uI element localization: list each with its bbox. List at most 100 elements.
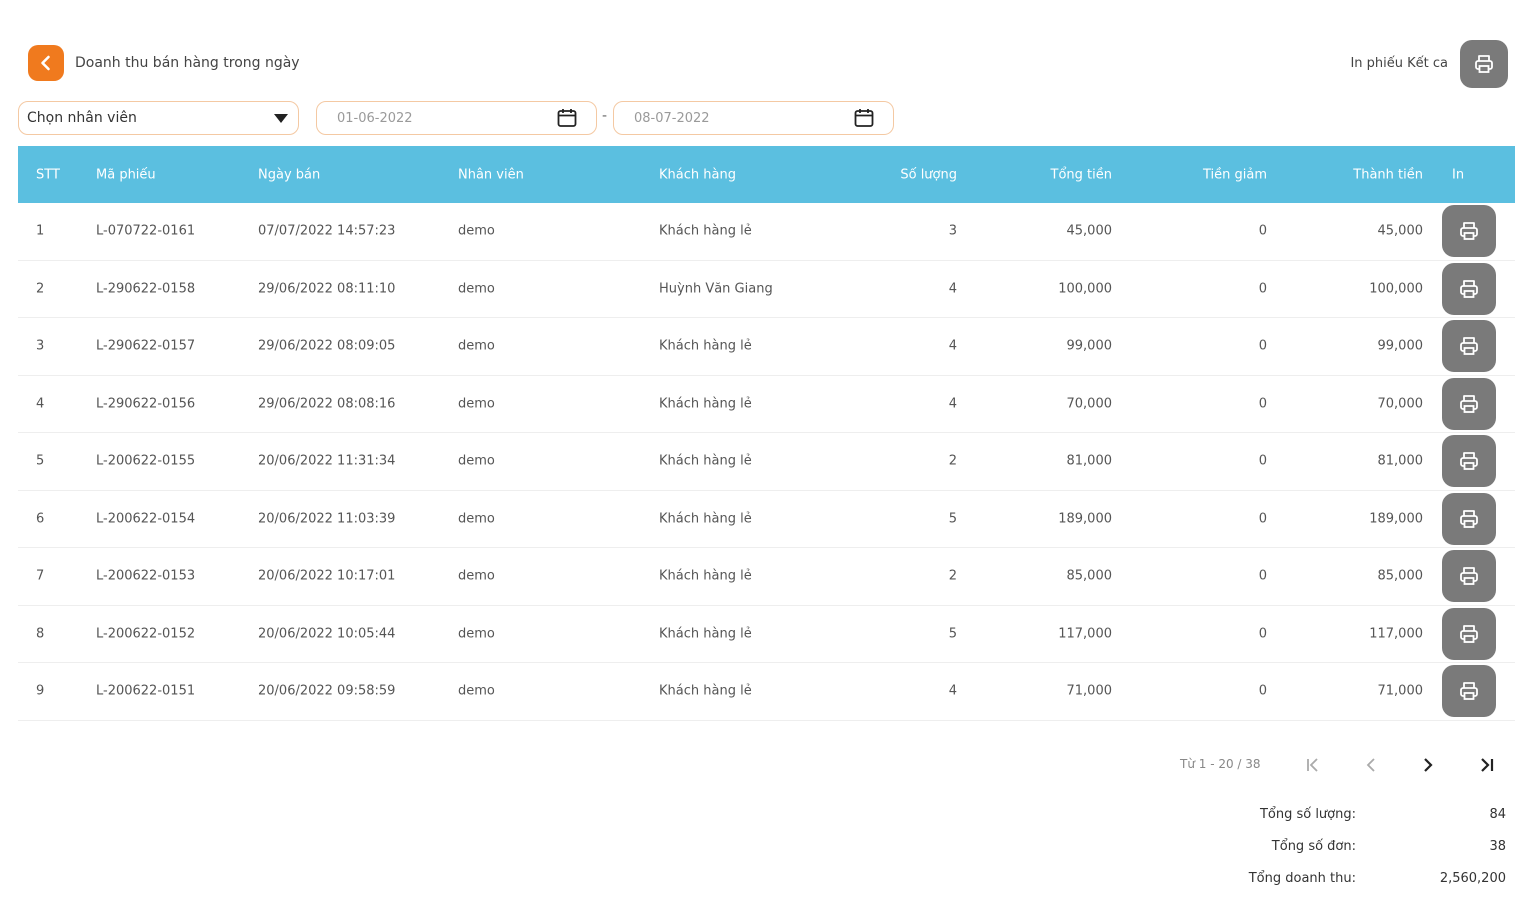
cell-customer: Khách hàng lẻ bbox=[659, 626, 752, 642]
column-header-final: Thành tiền bbox=[1353, 167, 1423, 182]
summary-quantity-label: Tổng số lượng: bbox=[1259, 807, 1356, 822]
cell-final: 100,000 bbox=[1369, 281, 1423, 297]
printer-icon bbox=[1460, 279, 1478, 298]
date-from-input[interactable]: 01-06-2022 bbox=[316, 101, 597, 135]
cell-total: 189,000 bbox=[1058, 511, 1112, 527]
cell-employee: demo bbox=[458, 568, 495, 584]
column-header-quantity: Số lượng bbox=[900, 167, 957, 182]
cell-total: 81,000 bbox=[1066, 453, 1113, 469]
row-print-button[interactable] bbox=[1442, 607, 1496, 660]
row-print-button[interactable] bbox=[1442, 377, 1496, 430]
cell-date: 29/06/2022 08:08:16 bbox=[258, 396, 396, 412]
cell-date: 20/06/2022 10:17:01 bbox=[258, 568, 396, 584]
row-print-button[interactable] bbox=[1442, 262, 1496, 315]
cell-employee: demo bbox=[458, 626, 495, 642]
table-row[interactable]: 6 L-200622-0154 20/06/2022 11:03:39 demo… bbox=[18, 491, 1515, 548]
cell-customer: Khách hàng lẻ bbox=[659, 683, 752, 699]
summary-orders-label: Tổng số đơn: bbox=[1271, 839, 1356, 854]
row-print-button[interactable] bbox=[1442, 320, 1496, 373]
cell-stt: 4 bbox=[36, 396, 45, 412]
cell-code: L-290622-0158 bbox=[96, 281, 196, 297]
table-body: 1 L-070722-0161 07/07/2022 14:57:23 demo… bbox=[18, 203, 1515, 721]
summary-total-revenue: Tổng doanh thu: 2,560,200 bbox=[1246, 868, 1506, 890]
cell-employee: demo bbox=[458, 511, 495, 527]
first-page-button[interactable] bbox=[1300, 752, 1326, 778]
cell-discount: 0 bbox=[1258, 511, 1267, 527]
cell-discount: 0 bbox=[1258, 338, 1267, 354]
cell-stt: 1 bbox=[36, 223, 45, 239]
date-to-input[interactable]: 08-07-2022 bbox=[613, 101, 894, 135]
table-row[interactable]: 2 L-290622-0158 29/06/2022 08:11:10 demo… bbox=[18, 261, 1515, 318]
cell-stt: 5 bbox=[36, 453, 45, 469]
cell-final: 71,000 bbox=[1377, 683, 1424, 699]
row-print-button[interactable] bbox=[1442, 492, 1496, 545]
printer-icon bbox=[1460, 509, 1478, 528]
table-row[interactable]: 8 L-200622-0152 20/06/2022 10:05:44 demo… bbox=[18, 606, 1515, 663]
print-summary-label: In phiếu Kết ca bbox=[1350, 56, 1448, 71]
printer-icon bbox=[1460, 624, 1478, 643]
page-info: Từ 1 - 20 / 38 bbox=[1180, 757, 1261, 771]
date-from-value: 01-06-2022 bbox=[337, 110, 413, 126]
row-print-button[interactable] bbox=[1442, 665, 1496, 718]
cell-quantity: 4 bbox=[948, 338, 957, 354]
cell-code: L-200622-0152 bbox=[96, 626, 196, 642]
calendar-icon[interactable] bbox=[853, 107, 875, 129]
date-to-value: 08-07-2022 bbox=[634, 110, 710, 126]
cell-stt: 9 bbox=[36, 683, 45, 699]
cell-date: 29/06/2022 08:09:05 bbox=[258, 338, 396, 354]
summary-orders-value: 38 bbox=[1489, 839, 1506, 854]
cell-code: L-200622-0153 bbox=[96, 568, 196, 584]
cell-date: 20/06/2022 10:05:44 bbox=[258, 626, 396, 642]
row-print-button[interactable] bbox=[1442, 435, 1496, 488]
date-separator: - bbox=[602, 108, 608, 124]
printer-icon bbox=[1460, 682, 1478, 701]
cell-quantity: 4 bbox=[948, 281, 957, 297]
summary-total-orders: Tổng số đơn: 38 bbox=[1246, 836, 1506, 858]
table-row[interactable]: 4 L-290622-0156 29/06/2022 08:08:16 demo… bbox=[18, 376, 1515, 433]
column-header-code: Mã phiếu bbox=[96, 167, 156, 182]
previous-page-button[interactable] bbox=[1358, 752, 1384, 778]
column-header-employee: Nhân viên bbox=[458, 167, 524, 182]
table-row[interactable]: 9 L-200622-0151 20/06/2022 09:58:59 demo… bbox=[18, 663, 1515, 721]
cell-quantity: 3 bbox=[948, 223, 957, 239]
column-header-discount: Tiền giảm bbox=[1202, 167, 1267, 182]
cell-code: L-200622-0155 bbox=[96, 453, 196, 469]
cell-final: 70,000 bbox=[1377, 396, 1424, 412]
employee-select[interactable]: Chọn nhân viên bbox=[18, 101, 299, 135]
table-row[interactable]: 3 L-290622-0157 29/06/2022 08:09:05 demo… bbox=[18, 318, 1515, 376]
print-summary-button[interactable] bbox=[1460, 40, 1508, 88]
row-print-button[interactable] bbox=[1442, 550, 1496, 603]
cell-discount: 0 bbox=[1258, 626, 1267, 642]
cell-final: 45,000 bbox=[1377, 223, 1424, 239]
cell-discount: 0 bbox=[1258, 396, 1267, 412]
column-header-stt: STT bbox=[36, 167, 60, 182]
cell-employee: demo bbox=[458, 683, 495, 699]
table-row[interactable]: 7 L-200622-0153 20/06/2022 10:17:01 demo… bbox=[18, 548, 1515, 606]
cell-date: 29/06/2022 08:11:10 bbox=[258, 281, 396, 297]
back-button[interactable] bbox=[28, 45, 64, 81]
printer-icon bbox=[1460, 567, 1478, 586]
cell-quantity: 5 bbox=[948, 511, 957, 527]
last-page-button[interactable] bbox=[1474, 752, 1500, 778]
cell-final: 189,000 bbox=[1369, 511, 1423, 527]
row-print-button[interactable] bbox=[1442, 205, 1496, 258]
cell-discount: 0 bbox=[1258, 568, 1267, 584]
summary-revenue-value: 2,560,200 bbox=[1439, 871, 1506, 886]
cell-total: 117,000 bbox=[1058, 626, 1112, 642]
chevron-left-icon bbox=[1366, 758, 1375, 772]
table-row[interactable]: 5 L-200622-0155 20/06/2022 11:31:34 demo… bbox=[18, 433, 1515, 491]
cell-total: 45,000 bbox=[1066, 223, 1113, 239]
column-header-customer: Khách hàng bbox=[659, 167, 736, 182]
employee-select-label: Chọn nhân viên bbox=[27, 110, 137, 126]
chevron-right-icon bbox=[1424, 758, 1433, 772]
cell-customer: Khách hàng lẻ bbox=[659, 223, 752, 239]
cell-customer: Khách hàng lẻ bbox=[659, 568, 752, 584]
table-row[interactable]: 1 L-070722-0161 07/07/2022 14:57:23 demo… bbox=[18, 203, 1515, 261]
summary-quantity-value: 84 bbox=[1489, 807, 1506, 822]
sales-table: STT Mã phiếu Ngày bán Nhân viên Khách hà… bbox=[18, 146, 1515, 736]
column-header-total: Tổng tiền bbox=[1050, 167, 1112, 182]
cell-stt: 8 bbox=[36, 626, 45, 642]
calendar-icon[interactable] bbox=[556, 107, 578, 129]
printer-icon bbox=[1460, 337, 1478, 356]
next-page-button[interactable] bbox=[1415, 752, 1441, 778]
